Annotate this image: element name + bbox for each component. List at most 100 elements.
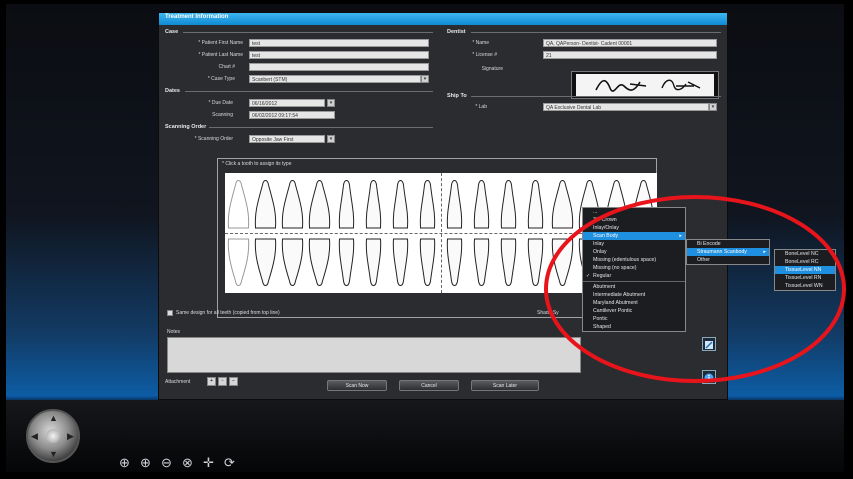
rotate-icon[interactable]: ⟳ [223, 456, 236, 469]
menu-item-inlay-onlay[interactable]: Inlay/Onlay [583, 224, 685, 232]
dentist-section-title: Dentist [447, 29, 466, 35]
submenu-item-tissuelevel-nn[interactable]: TissueLevel NN [775, 266, 835, 274]
menu-item-regular[interactable]: ✓ Regular [583, 272, 685, 280]
lower-tooth[interactable] [308, 238, 331, 286]
upper-tooth[interactable] [446, 180, 463, 229]
lab-select[interactable]: QA Exclusive Dental Lab [543, 103, 709, 111]
regular-label: Regular [593, 273, 612, 279]
first-name-field[interactable]: test [249, 39, 429, 47]
attachment-view-icon[interactable]: ▫ [218, 377, 227, 386]
tooth-type-context-menu: ... 3/4 Crown Inlay/Onlay Scan Body ▸ Inl… [582, 207, 686, 332]
lower-tooth[interactable] [392, 238, 409, 286]
signature-label: Signature [481, 66, 503, 72]
last-name-field[interactable]: test [249, 51, 429, 59]
submenu-item-bonelevel-nc[interactable]: BoneLevel NC [775, 250, 835, 258]
submenu-item-straumann-scanbody[interactable]: Straumann Scanbody ▸ [687, 248, 769, 256]
menu-item-onlay[interactable]: Onlay [583, 248, 685, 256]
menu-item-pontic[interactable]: Pontic [583, 315, 685, 323]
dial-center-button[interactable] [46, 429, 60, 443]
menu-item-shaped[interactable]: Shaped [583, 323, 685, 331]
lower-tooth[interactable] [227, 238, 250, 286]
lower-tooth[interactable] [281, 238, 304, 286]
signature-box[interactable] [571, 71, 719, 99]
upper-tooth[interactable] [338, 180, 355, 229]
menu-item-maryland-abutment[interactable]: Maryland Abutment [583, 299, 685, 307]
lower-tooth[interactable] [365, 238, 382, 286]
dentist-divider [471, 32, 721, 33]
upper-tooth[interactable] [392, 180, 409, 229]
attachment-remove-icon[interactable]: − [229, 377, 238, 386]
menu-item-missing-edentulous[interactable]: Missing (edentulous space) [583, 256, 685, 264]
menu-item-scan-body[interactable]: Scan Body ▸ [583, 232, 685, 240]
upper-tooth[interactable] [500, 180, 517, 229]
menu-item-missing-no-space[interactable]: Missing (no space) [583, 264, 685, 272]
lower-tooth[interactable] [500, 238, 517, 286]
menu-item[interactable]: ... [583, 208, 685, 216]
scanning-order-dropdown-arrow-icon[interactable]: ▾ [327, 135, 335, 143]
upper-tooth[interactable] [254, 180, 277, 229]
navigation-dial[interactable]: ▲ ▼ ◀ ▶ [26, 409, 80, 463]
same-design-checkbox[interactable] [167, 310, 173, 316]
chart-number-field[interactable] [249, 63, 429, 71]
dial-up-arrow-icon[interactable]: ▲ [49, 413, 58, 423]
lower-tooth[interactable] [338, 238, 355, 286]
move-icon[interactable]: ✛ [202, 456, 215, 469]
lab-dropdown-arrow-icon[interactable]: ▾ [709, 103, 717, 111]
scan-later-button[interactable]: Scan Later [471, 380, 539, 391]
notes-textarea[interactable] [167, 337, 581, 373]
submenu-item-bi-encode[interactable]: Bi Encode [687, 240, 769, 248]
zoom-fit-icon[interactable]: ⊗ [181, 456, 194, 469]
due-date-field[interactable]: 06/16/2012 [249, 99, 325, 107]
dial-left-arrow-icon[interactable]: ◀ [31, 431, 38, 442]
calendar-icon[interactable]: ▾ [327, 99, 335, 107]
zoom-in-icon[interactable]: ⊕ [139, 456, 152, 469]
cancel-button[interactable]: Cancel [399, 380, 459, 391]
upper-tooth[interactable] [227, 180, 250, 229]
submenu-arrow-icon: ▸ [679, 233, 682, 239]
shade-system-label: Shade Sy [537, 310, 559, 316]
menu-item-intermediate-abutment[interactable]: Intermediate Abutment [583, 291, 685, 299]
vertical-midline [441, 173, 442, 293]
license-field[interactable]: 21 [543, 51, 717, 59]
scan-body-label: Scan Body [593, 233, 619, 239]
scanning-order-select[interactable]: Opposite Jaw First [249, 135, 325, 143]
upper-tooth[interactable] [308, 180, 331, 229]
dial-right-arrow-icon[interactable]: ▶ [67, 431, 74, 442]
case-type-select[interactable]: Scanbert (STM) [249, 75, 421, 83]
dentist-name-field[interactable]: QA, QAPerson- Dentist- Cadent 00001 [543, 39, 717, 47]
lower-tooth[interactable] [419, 238, 436, 286]
menu-item-abutment[interactable]: Abutment [583, 283, 685, 291]
submenu-item-other[interactable]: Other [687, 256, 769, 264]
upper-tooth[interactable] [551, 180, 574, 229]
case-type-dropdown-arrow-icon[interactable]: ▾ [421, 75, 429, 83]
ship-to-divider [471, 96, 721, 97]
submenu-item-tissuelevel-wn[interactable]: TissueLevel WN [775, 282, 835, 290]
zoom-in-icon[interactable]: ⊕ [118, 456, 131, 469]
scanning-order-section-title: Scanning Order [165, 124, 207, 130]
lower-tooth[interactable] [551, 238, 574, 286]
lower-tooth[interactable] [254, 238, 277, 286]
dates-section-title: Dates [165, 88, 180, 94]
menu-item-cantilever-pontic[interactable]: Cantilever Pontic [583, 307, 685, 315]
attachment-info-icon[interactable] [702, 370, 716, 384]
lower-tooth[interactable] [473, 238, 490, 286]
lower-tooth[interactable] [527, 238, 544, 286]
upper-tooth[interactable] [473, 180, 490, 229]
case-section-title: Case [165, 29, 179, 35]
submenu-item-tissuelevel-rn[interactable]: TissueLevel RN [775, 274, 835, 282]
upper-tooth[interactable] [365, 180, 382, 229]
zoom-out-icon[interactable]: ⊖ [160, 456, 173, 469]
attachment-add-icon[interactable]: + [207, 377, 216, 386]
upper-tooth[interactable] [527, 180, 544, 229]
notes-edit-icon[interactable] [702, 337, 716, 351]
dates-divider [185, 91, 433, 92]
upper-tooth[interactable] [281, 180, 304, 229]
menu-item-inlay[interactable]: Inlay [583, 240, 685, 248]
scan-now-button[interactable]: Scan Now [327, 380, 387, 391]
upper-tooth[interactable] [419, 180, 436, 229]
same-design-checkbox-row[interactable]: Same design for all teeth (copied from t… [167, 310, 280, 316]
dial-down-arrow-icon[interactable]: ▼ [49, 449, 58, 459]
lower-tooth[interactable] [446, 238, 463, 286]
menu-item-three-quarter-crown[interactable]: 3/4 Crown [583, 216, 685, 224]
submenu-item-bonelevel-rc[interactable]: BoneLevel RC [775, 258, 835, 266]
